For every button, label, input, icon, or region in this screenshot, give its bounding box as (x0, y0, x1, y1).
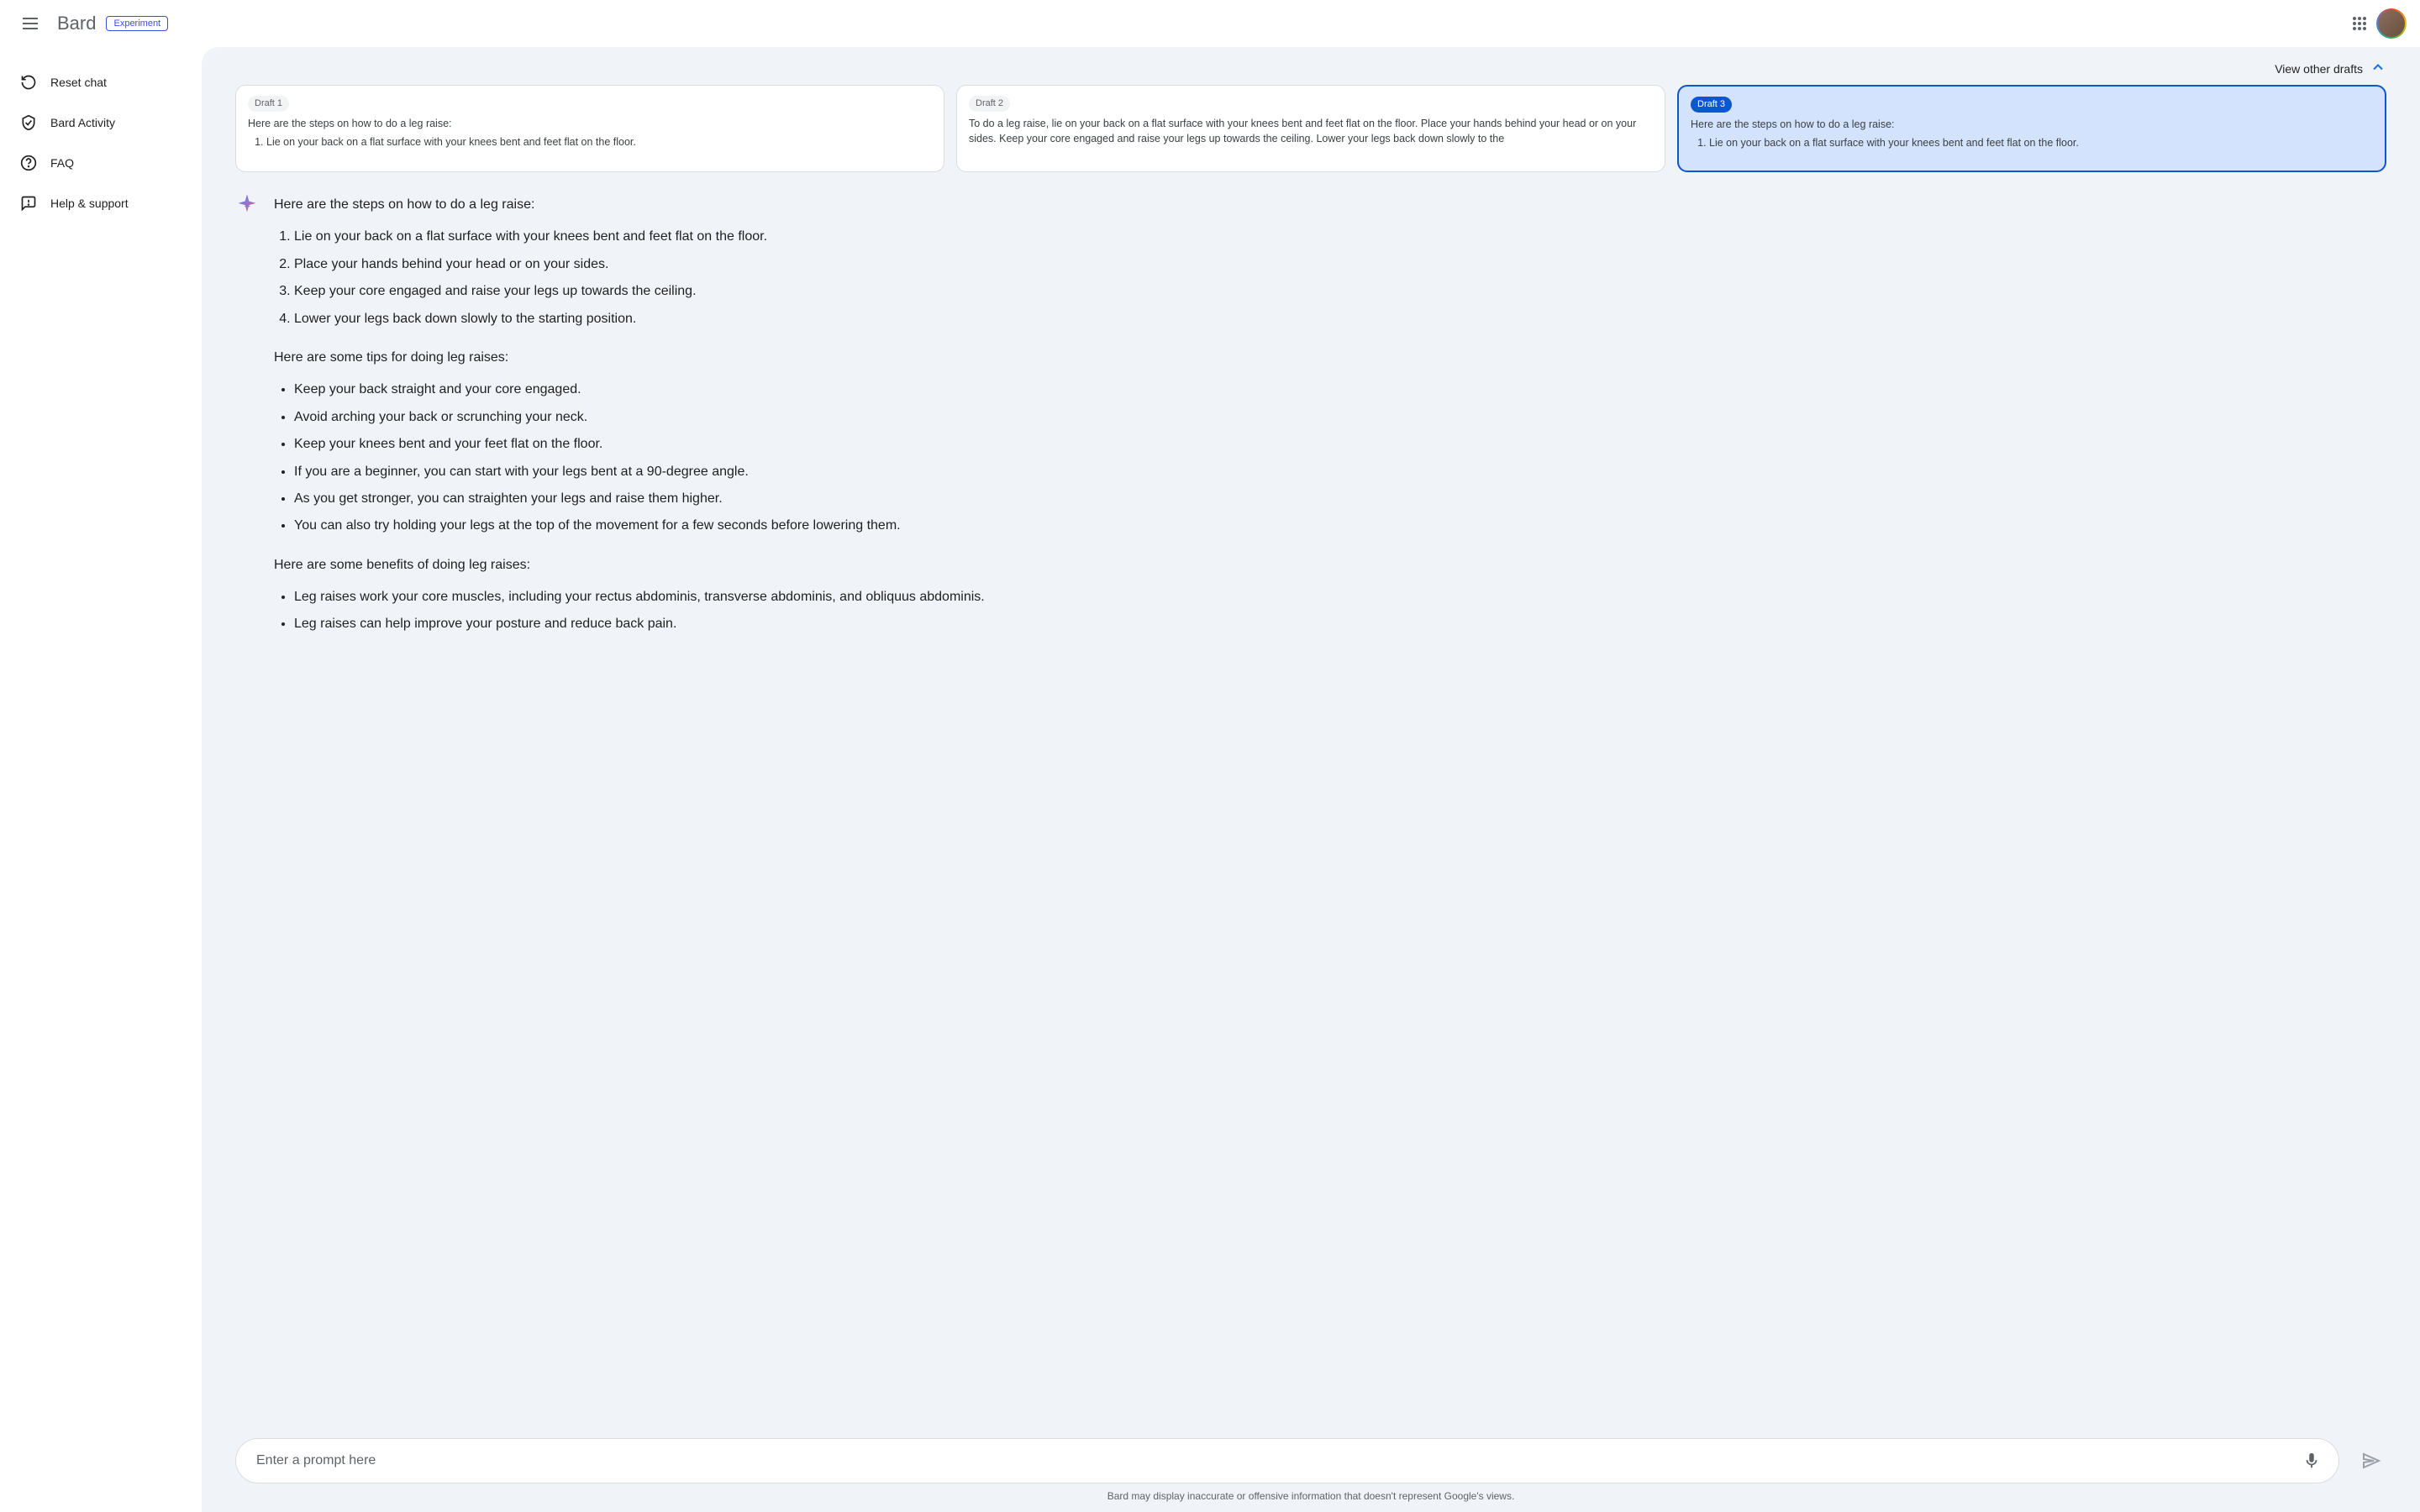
list-item: Keep your core engaged and raise your le… (294, 279, 985, 304)
list-item: Avoid arching your back or scrunching yo… (294, 405, 985, 430)
sidebar: Reset chat Bard Activity FAQ Help & supp… (0, 47, 202, 1512)
main-content: View other drafts Draft 1 Here are the s… (202, 47, 2420, 1512)
reset-icon (20, 74, 37, 91)
logo: Bard (57, 13, 96, 34)
avatar[interactable] (2376, 8, 2407, 39)
draft-label: Draft 3 (1691, 97, 1732, 113)
sidebar-item-faq[interactable]: FAQ (7, 144, 195, 181)
menu-button[interactable] (13, 7, 47, 40)
list-item: If you are a beginner, you can start wit… (294, 459, 985, 485)
header: Bard Experiment (0, 0, 2420, 47)
sidebar-item-bard-activity[interactable]: Bard Activity (7, 104, 195, 141)
response-steps: Lie on your back on a flat surface with … (274, 224, 985, 332)
mic-button[interactable] (2296, 1446, 2327, 1476)
chevron-up-icon (2370, 59, 2386, 78)
prompt-input[interactable] (256, 1453, 2296, 1468)
sidebar-item-label: Help & support (50, 197, 129, 210)
draft-preview: Here are the steps on how to do a leg ra… (1691, 118, 2373, 150)
view-drafts-toggle[interactable]: View other drafts (235, 54, 2386, 85)
disclaimer: Bard may display inaccurate or offensive… (235, 1483, 2386, 1505)
send-button[interactable] (2356, 1446, 2386, 1476)
avatar-image (2378, 10, 2405, 37)
draft-card-2[interactable]: Draft 2 To do a leg raise, lie on your b… (956, 85, 1665, 172)
shield-icon (20, 114, 37, 131)
sidebar-item-label: FAQ (50, 156, 74, 170)
list-item: Lie on your back on a flat surface with … (294, 224, 985, 249)
list-item: Place your hands behind your head or on … (294, 252, 985, 277)
prompt-input-wrapper (235, 1438, 2339, 1483)
sidebar-item-help-support[interactable]: Help & support (7, 185, 195, 222)
list-item: Keep your back straight and your core en… (294, 377, 985, 402)
question-icon (20, 155, 37, 171)
list-item: Leg raises work your core muscles, inclu… (294, 585, 985, 610)
view-drafts-label: View other drafts (2275, 62, 2363, 76)
tips-intro: Here are some tips for doing leg raises: (274, 345, 985, 370)
google-apps-button[interactable] (2353, 17, 2366, 30)
sidebar-item-reset-chat[interactable]: Reset chat (7, 64, 195, 101)
benefits-intro: Here are some benefits of doing leg rais… (274, 553, 985, 578)
sidebar-item-label: Bard Activity (50, 116, 115, 129)
list-item: You can also try holding your legs at th… (294, 513, 985, 538)
mic-icon (2302, 1452, 2321, 1470)
response-tips: Keep your back straight and your core en… (274, 377, 985, 538)
feedback-icon (20, 195, 37, 212)
list-item: Lower your legs back down slowly to the … (294, 307, 985, 332)
response-content: Here are the steps on how to do a leg ra… (274, 192, 985, 651)
bard-spark-icon (235, 192, 259, 216)
draft-preview: To do a leg raise, lie on your back on a… (969, 117, 1653, 146)
response-benefits: Leg raises work your core muscles, inclu… (274, 585, 985, 638)
drafts-row: Draft 1 Here are the steps on how to do … (235, 85, 2386, 172)
draft-card-3[interactable]: Draft 3 Here are the steps on how to do … (1677, 85, 2386, 172)
send-icon (2361, 1451, 2381, 1471)
scroll-area[interactable]: View other drafts Draft 1 Here are the s… (202, 47, 2420, 1428)
draft-card-1[interactable]: Draft 1 Here are the steps on how to do … (235, 85, 944, 172)
list-item: Keep your knees bent and your feet flat … (294, 432, 985, 457)
draft-preview: Here are the steps on how to do a leg ra… (248, 117, 932, 150)
response-intro: Here are the steps on how to do a leg ra… (274, 192, 985, 218)
list-item: Leg raises can help improve your posture… (294, 612, 985, 637)
draft-label: Draft 2 (969, 96, 1010, 112)
list-item: As you get stronger, you can straighten … (294, 486, 985, 512)
hamburger-icon (20, 13, 40, 34)
response: Here are the steps on how to do a leg ra… (235, 192, 2386, 685)
sidebar-item-label: Reset chat (50, 76, 107, 89)
experiment-badge: Experiment (106, 16, 168, 31)
input-area: Bard may display inaccurate or offensive… (202, 1428, 2420, 1512)
draft-label: Draft 1 (248, 96, 289, 112)
